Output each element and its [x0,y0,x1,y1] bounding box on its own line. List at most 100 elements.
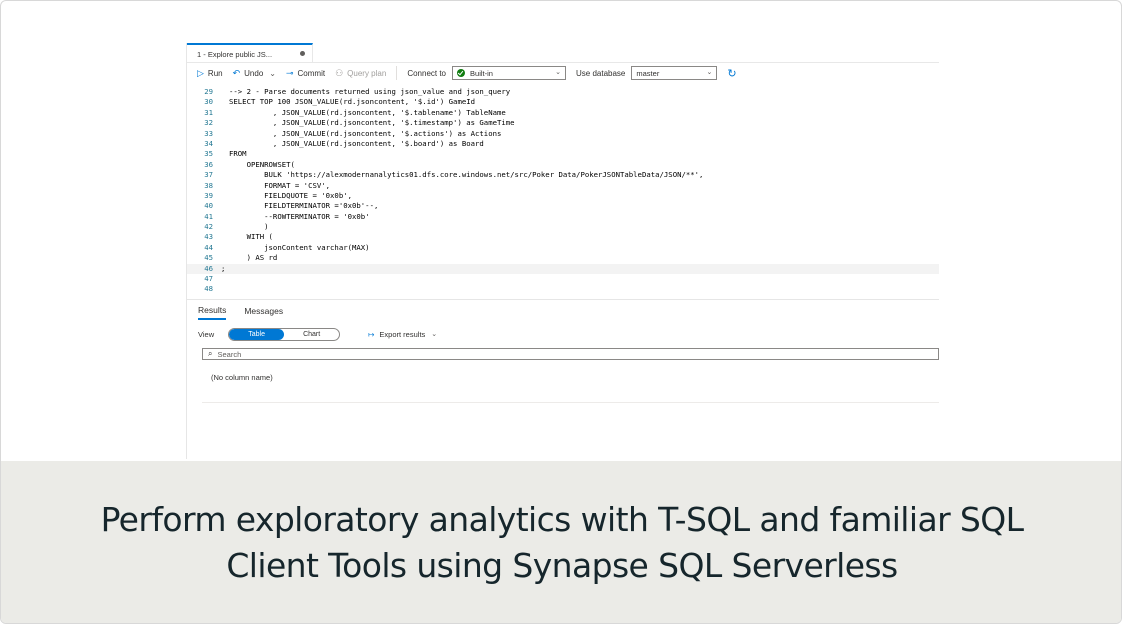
tab-script[interactable]: 1 - Explore public JS... [187,43,313,63]
code-line: 30 SELECT TOP 100 JSON_VALUE(rd.jsonconte… [187,97,939,107]
grid-divider [202,402,939,403]
database-value: master [636,68,660,78]
undo-label: Undo [244,68,264,78]
code-line: 32 , JSON_VALUE(rd.jsoncontent, '$.times… [187,118,939,128]
line-number: 45 [204,253,213,263]
code-text: ) [229,222,269,232]
line-number: 48 [204,284,213,294]
code-line: 39 FIELDQUOTE = '0x0b', [187,191,939,201]
run-label: Run [207,68,223,78]
results-panel: Results Messages View Table Chart ↦ Expo… [187,299,939,459]
code-line: 35 FROM [187,149,939,159]
view-row: View Table Chart ↦ Export results ⌄ [198,326,437,342]
code-line: 37 BULK 'https://alexmodernanalytics01.d… [187,170,939,180]
code-line: 47 [187,274,939,284]
code-text: FIELDTERMINATOR ='0x0b'--, [229,201,379,211]
line-number: 37 [204,170,213,180]
run-button[interactable]: ▷ Run [197,68,223,79]
chevron-down-icon: ⌄ [706,69,713,76]
chevron-down-icon: ⌄ [555,69,562,76]
caption-banner: Perform exploratory analytics with T-SQL… [1,461,1121,623]
use-database-text: Use database [576,68,626,78]
code-text: FIELDQUOTE = '0x0b', [229,190,353,200]
line-number: 36 [204,159,213,169]
code-text: OPENROWSET( [229,159,295,169]
undo-button[interactable]: ↶ Undo [233,68,264,79]
code-text: BULK 'https://alexmodernanalytics01.dfs.… [229,170,704,180]
line-number: 39 [204,190,213,200]
connected-check-icon [457,69,466,77]
line-number: 44 [204,242,213,252]
query-plan-button[interactable]: ⚇ Query plan [335,68,386,79]
chevron-down-icon: ⌄ [431,331,438,338]
code-text: , JSON_VALUE(rd.jsoncontent, '$.board') … [229,138,484,148]
tab-messages[interactable]: Messages [244,303,283,319]
code-text: FROM [229,149,247,159]
view-chart-option[interactable]: Chart [284,329,339,340]
code-text: --> 2 - Parse documents returned using j… [229,87,511,96]
code-line: 34 , JSON_VALUE(rd.jsoncontent, '$.board… [187,139,939,149]
code-text: jsonContent varchar(MAX) [229,242,370,252]
code-text: ) AS rd [229,253,278,263]
code-line: 38 FORMAT = 'CSV', [187,181,939,191]
code-line: 29 --> 2 - Parse documents returned using… [187,87,939,97]
search-placeholder: Search [217,349,242,359]
code-line: 42 ) [187,222,939,232]
commit-button[interactable]: ⊸ Commit [286,68,325,79]
code-line: 48 [187,284,939,294]
code-line: 45 ) AS rd [187,253,939,263]
code-text: , JSON_VALUE(rd.jsoncontent, '$.timestam… [229,118,515,128]
line-number: 30 [204,97,213,107]
view-label: View [198,329,215,339]
connect-to-select[interactable]: Built-in ⌄ [452,66,567,80]
toolbar-divider [396,66,398,80]
export-label: Export results [379,329,426,339]
results-search-input[interactable]: ⌕ Search [202,348,939,360]
tab-results[interactable]: Results [198,302,227,320]
undo-icon: ↶ [232,67,241,78]
line-number: 34 [204,138,213,148]
code-text: WITH ( [229,232,273,242]
code-line: 43 WITH ( [187,232,939,242]
connect-to-text: Connect to [407,68,447,78]
export-icon: ↦ [368,329,375,339]
line-number: 41 [204,211,213,221]
commit-label: Commit [297,68,326,78]
line-number: 33 [204,128,213,138]
caption-line-2: Client Tools using Synapse SQL Serverles… [226,546,898,585]
code-line: 31 , JSON_VALUE(rd.jsoncontent, '$.table… [187,108,939,118]
line-number: 35 [204,149,213,159]
refresh-button[interactable]: ↻ [727,67,740,80]
undo-dropdown-button[interactable]: ⌄ [269,69,276,78]
view-table-option[interactable]: Table [229,328,285,340]
refresh-icon: ↻ [727,67,737,80]
chevron-down-icon: ⌄ [269,68,276,78]
connection-value: Built-in [470,68,493,78]
code-line-current: 46; [187,263,939,275]
connect-to-label: Connect to [407,69,446,78]
search-icon: ⌕ [208,349,213,358]
sql-editor-panel: 1 - Explore public JS... ▷ Run ↶ Undo ⌄ … [186,43,939,459]
database-select[interactable]: master ⌄ [631,66,718,80]
line-number: 46 [204,263,213,273]
code-line: 41 --ROWTERMINATOR = '0x0b' [187,212,939,222]
tab-strip: 1 - Explore public JS... [187,43,939,63]
code-line: 36 OPENROWSET( [187,160,939,170]
export-results-button[interactable]: ↦ Export results ⌄ [368,330,437,339]
code-line: 33 , JSON_VALUE(rd.jsoncontent, '$.actio… [187,129,939,139]
results-tabs: Results Messages [187,300,283,322]
line-number: 32 [204,118,213,128]
unsaved-dot-icon [300,51,305,56]
app-frame: 1 - Explore public JS... ▷ Run ↶ Undo ⌄ … [0,0,1122,624]
code-text: ; [221,263,226,273]
code-line: 44 jsonContent varchar(MAX) [187,243,939,253]
code-editor[interactable]: 29 --> 2 - Parse documents returned using… [187,87,939,295]
view-toggle[interactable]: Table Chart [228,327,341,341]
line-number: 42 [204,222,213,232]
line-number: 40 [204,201,213,211]
code-text: , JSON_VALUE(rd.jsoncontent, '$.tablenam… [229,107,506,117]
play-icon: ▷ [197,67,204,78]
caption-line-1: Perform exploratory analytics with T-SQL… [100,500,1024,539]
